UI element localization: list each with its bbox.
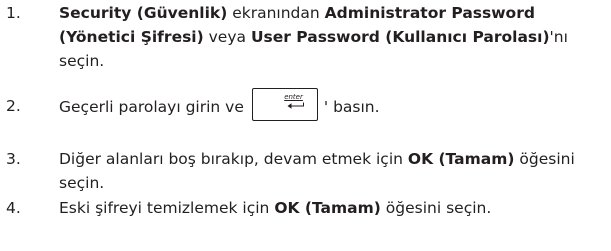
step-text-part: Eski şifreyi temizlemek için [59,199,275,217]
step-text-part: veya [203,28,251,46]
step-text-part: Geçerli parolayı girin ve [59,98,244,116]
step-text-part: Diğer alanları boş bırakıp, devam etmek … [59,150,408,168]
step-text: Geçerli parolayı girin ve enter ' basın. [59,88,605,121]
enter-arrow-icon [287,102,304,109]
step-text-part: User Password (Kullanıcı Parolası) [250,28,550,46]
step-text-part: OK (Tamam) [407,150,515,168]
step-number: 1. [6,4,21,22]
step-number: 3. [6,150,21,168]
step-text-part: OK (Tamam) [274,199,381,217]
step-text: Security (Güvenlik) ekranından Administr… [59,1,605,73]
step-number: 2. [6,97,21,115]
enter-key-icon: enter [251,88,318,121]
step-text: Eski şifreyi temizlemek için OK (Tamam) … [59,196,605,220]
step-text: Diğer alanları boş bırakıp, devam etmek … [59,147,605,195]
instruction-steps: 1. Security (Güvenlik) ekranından Admini… [0,0,611,251]
step-text-part: öğesini seçin. [380,199,492,217]
step-number: 4. [6,199,21,217]
step-text-part: ' basın. [323,98,380,116]
enter-key-label: enter [284,93,303,101]
step-text-part: Security (Güvenlik) [59,4,228,22]
step-text-part: ekranından [227,4,325,22]
